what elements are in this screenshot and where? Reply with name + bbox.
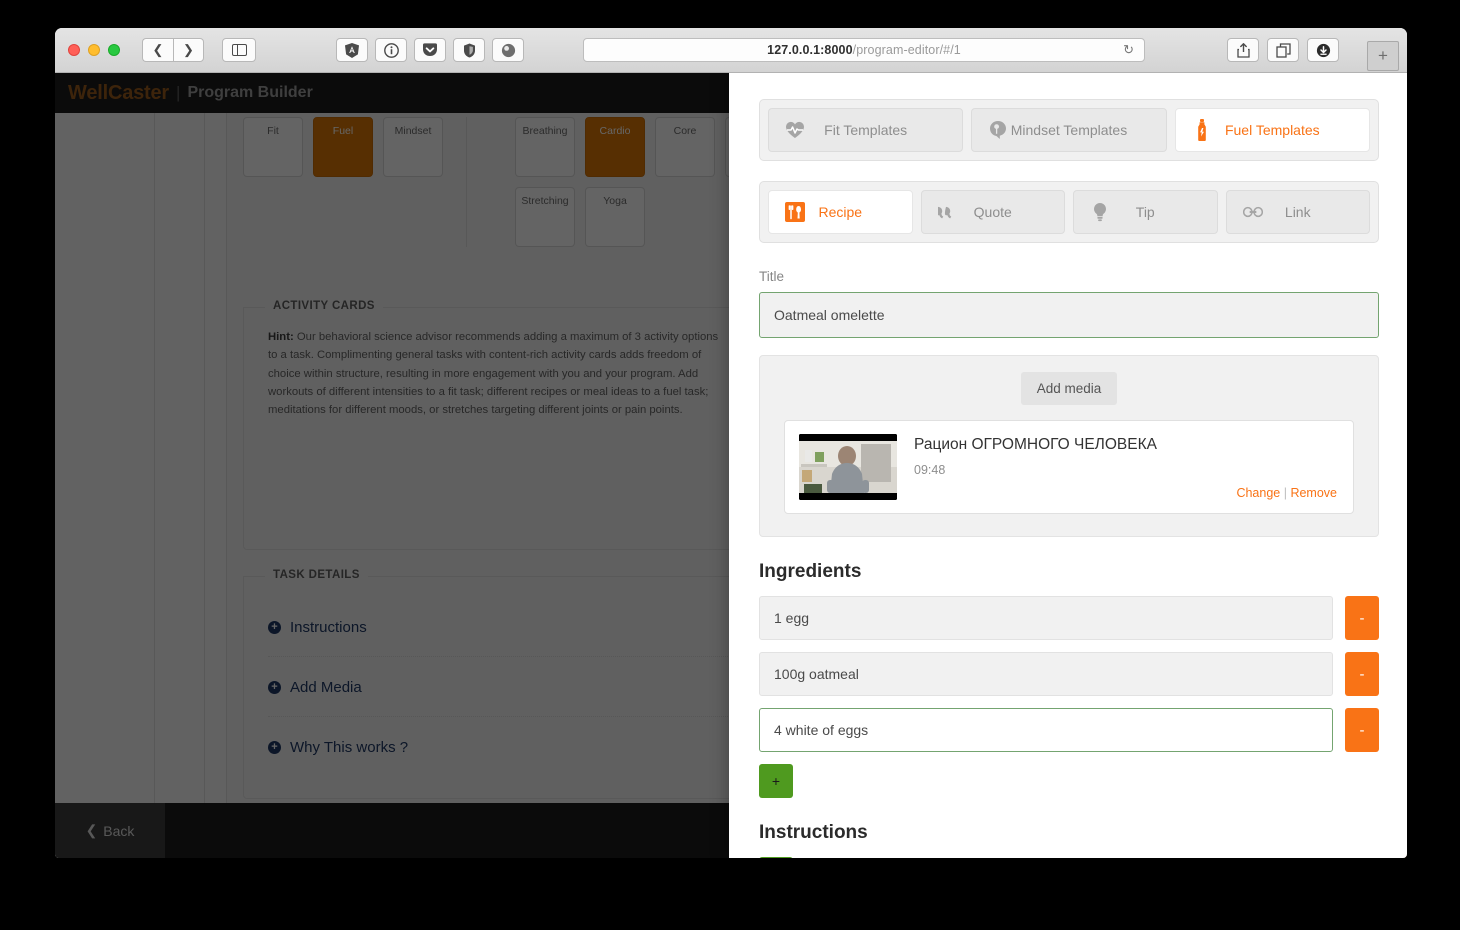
url-path: /program-editor/#/1: [852, 43, 961, 57]
media-section: Add media Рацион ОГРОМНОГО ЧЕЛОВЕКА 09:4…: [759, 355, 1379, 537]
pocket-icon[interactable]: [414, 38, 446, 62]
minimize-window-button[interactable]: [88, 44, 100, 56]
extension-icons[interactable]: [336, 38, 524, 62]
media-title: Рацион ОГРОМНОГО ЧЕЛОВЕКА: [914, 436, 1157, 453]
close-window-button[interactable]: [68, 44, 80, 56]
info-icon[interactable]: [375, 38, 407, 62]
toolbar-right-actions[interactable]: [1227, 38, 1339, 62]
video-thumbnail[interactable]: [799, 434, 897, 500]
side-panel-content: Fit Templates Mindset Templates Fuel Templ…: [729, 73, 1407, 858]
zoom-window-button[interactable]: [108, 44, 120, 56]
action-separator: |: [1283, 486, 1287, 500]
add-ingredient-button[interactable]: +: [759, 764, 793, 798]
navigation-buttons[interactable]: ❮ ❯: [142, 38, 204, 62]
page-viewport: WellCaster | Program Builder FitFuelMind…: [55, 73, 1407, 858]
tab-label: Mindset Templates: [1010, 122, 1128, 138]
remove-ingredient-button[interactable]: -: [1345, 708, 1379, 752]
tab-fit-templates[interactable]: Fit Templates: [768, 108, 964, 152]
media-card: Рацион ОГРОМНОГО ЧЕЛОВЕКА 09:48 Change |…: [784, 420, 1354, 514]
sidebar-toggle-icon[interactable]: [222, 38, 256, 62]
forward-icon[interactable]: ❯: [173, 38, 204, 62]
tab-fuel-templates[interactable]: Fuel Templates: [1174, 108, 1370, 152]
browser-window: ❮ ❯ 127.0.0.1:8000/program-editor/#/1 ↻ …: [55, 28, 1407, 858]
heartbeat-icon: [785, 120, 805, 140]
back-icon[interactable]: ❮: [142, 38, 173, 62]
media-duration: 09:48: [914, 463, 946, 477]
cutlery-icon: [785, 202, 805, 222]
reload-icon[interactable]: ↻: [1123, 42, 1134, 58]
downloads-icon[interactable]: [1307, 38, 1339, 62]
angular-icon[interactable]: [336, 38, 368, 62]
ingredient-row: 1 egg -: [759, 596, 1379, 640]
template-side-panel: Fit Templates Mindset Templates Fuel Templ…: [729, 73, 1407, 858]
add-media-button[interactable]: Add media: [1020, 372, 1118, 405]
tab-label: Quote: [973, 204, 1012, 220]
change-media-link[interactable]: Change: [1236, 486, 1280, 500]
link-icon: [1242, 202, 1263, 222]
ingredient-row: 100g oatmeal -: [759, 652, 1379, 696]
remove-ingredient-button[interactable]: -: [1345, 596, 1379, 640]
ingredient-row: 4 white of eggs -: [759, 708, 1379, 752]
bottle-icon: [1192, 119, 1212, 141]
lightbulb-icon: [1090, 202, 1110, 222]
privacy-icon[interactable]: [492, 38, 524, 62]
shield-icon[interactable]: [453, 38, 485, 62]
new-tab-button[interactable]: +: [1367, 41, 1399, 71]
template-category-tabs[interactable]: Fit Templates Mindset Templates Fuel Templ…: [759, 99, 1379, 161]
tabs-icon[interactable]: [1267, 38, 1299, 62]
window-traffic-lights[interactable]: [68, 44, 120, 56]
instructions-heading: Instructions: [759, 822, 868, 843]
ingredient-input[interactable]: 4 white of eggs: [759, 708, 1333, 752]
tab-label: Fit Templates: [824, 122, 908, 138]
title-input[interactable]: Oatmeal omelette: [759, 292, 1379, 338]
url-host: 127.0.0.1:8000: [767, 43, 853, 57]
tab-label: Fuel Templates: [1224, 122, 1320, 138]
brain-icon: [988, 120, 1008, 140]
browser-toolbar: ❮ ❯ 127.0.0.1:8000/program-editor/#/1 ↻ …: [55, 28, 1407, 73]
title-field-label: Title: [759, 269, 785, 284]
tab-quote[interactable]: Quote: [920, 190, 1065, 234]
quote-icon: [937, 202, 958, 222]
media-card-actions: Change | Remove: [1236, 486, 1337, 500]
ingredients-list: 1 egg -100g oatmeal -4 white of eggs -: [759, 596, 1379, 752]
url-text: 127.0.0.1:8000/program-editor/#/1: [767, 43, 961, 57]
remove-ingredient-button[interactable]: -: [1345, 652, 1379, 696]
tab-mindset-templates[interactable]: Mindset Templates: [971, 108, 1167, 152]
tab-label: Tip: [1135, 204, 1155, 220]
ingredient-input[interactable]: 100g oatmeal: [759, 652, 1333, 696]
add-instruction-button[interactable]: +: [759, 857, 793, 858]
media-card-meta: Рацион ОГРОМНОГО ЧЕЛОВЕКА 09:48 Change |…: [914, 434, 1339, 500]
tab-recipe[interactable]: Recipe: [768, 190, 913, 234]
remove-media-link[interactable]: Remove: [1290, 486, 1337, 500]
ingredient-input[interactable]: 1 egg: [759, 596, 1333, 640]
tab-link[interactable]: Link: [1225, 190, 1370, 234]
url-bar[interactable]: 127.0.0.1:8000/program-editor/#/1 ↻: [583, 38, 1145, 62]
tab-tip[interactable]: Tip: [1073, 190, 1218, 234]
title-field-group: Title Oatmeal omelette: [759, 269, 1379, 338]
tab-label: Recipe: [818, 204, 863, 220]
tab-label: Link: [1284, 204, 1311, 220]
share-icon[interactable]: [1227, 38, 1259, 62]
desktop-backdrop: ❮ ❯ 127.0.0.1:8000/program-editor/#/1 ↻ …: [0, 0, 1460, 930]
ingredients-heading: Ingredients: [759, 561, 862, 582]
content-type-tabs[interactable]: Recipe Quote Tip Link: [759, 181, 1379, 243]
